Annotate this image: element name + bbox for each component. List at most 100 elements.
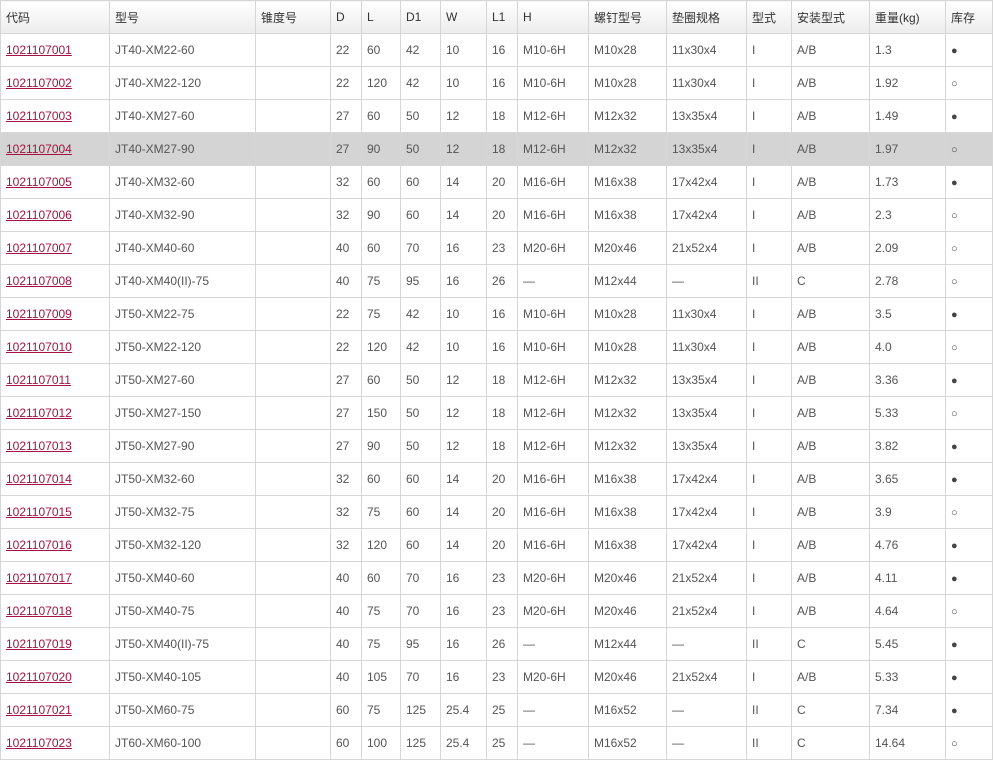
form-cell: II [746, 693, 792, 727]
table-row[interactable]: 1021107003 JT40-XM27-60 27 60 50 12 18 M12-6H M1… [0, 99, 993, 133]
model-cell: JT40-XM32-90 [109, 198, 256, 232]
stock-cell: ● [945, 99, 993, 133]
model-cell: JT50-XM22-75 [109, 297, 256, 331]
d-cell: 27 [330, 363, 362, 397]
w-cell: 25.4 [440, 726, 487, 760]
model-cell: JT50-XM40-105 [109, 660, 256, 694]
washer-cell: 11x30x4 [666, 297, 747, 331]
mount-cell: A/B [791, 33, 870, 67]
table-row[interactable]: 1021107006 JT40-XM32-90 32 90 60 14 20 M16-6H M1… [0, 198, 993, 232]
screw-cell: M20x46 [588, 561, 667, 595]
table-row[interactable]: 1021107013 JT50-XM27-90 27 90 50 12 18 M12-6H M1… [0, 429, 993, 463]
taper-cell [255, 198, 331, 232]
table-row[interactable]: 1021107023 JT60-XM60-100 60 100 125 25.4 25— M1… [0, 726, 993, 760]
product-code-link[interactable]: 1021107002 [6, 76, 72, 90]
form-cell: I [746, 396, 792, 430]
table-row[interactable]: 1021107007 JT40-XM40-60 40 60 70 16 23 M20-6H M2… [0, 231, 993, 265]
l-cell: 60 [361, 462, 401, 496]
table-row[interactable]: 1021107012 JT50-XM27-150 27 150 50 12 18 M12-6H… [0, 396, 993, 430]
product-code-link[interactable]: 1021107016 [6, 538, 72, 552]
product-code-link[interactable]: 1021107009 [6, 307, 72, 321]
product-code-link[interactable]: 1021107020 [6, 670, 72, 684]
l-cell: 60 [361, 165, 401, 199]
d-cell: 27 [330, 99, 362, 133]
product-code-link[interactable]: 1021107012 [6, 406, 72, 420]
l1-cell: 26 [486, 627, 518, 661]
table-row[interactable]: 1021107001 JT40-XM22-60 22 60 42 10 16 M10-6H M1… [0, 33, 993, 67]
screw-cell: M16x38 [588, 495, 667, 529]
product-code-link[interactable]: 1021107021 [6, 703, 72, 717]
product-code-link[interactable]: 1021107003 [6, 109, 72, 123]
d-cell: 60 [330, 693, 362, 727]
l1-cell: 18 [486, 363, 518, 397]
taper-cell [255, 165, 331, 199]
product-code-link[interactable]: 1021107019 [6, 637, 72, 651]
product-code-link[interactable]: 1021107001 [6, 43, 72, 57]
table-row[interactable]: 1021107016 JT50-XM32-120 32 120 60 14 20 M16-6H… [0, 528, 993, 562]
table-row[interactable]: 1021107009 JT50-XM22-75 22 75 42 10 16 M10-6H M1… [0, 297, 993, 331]
stock-indicator-icon: ● [951, 441, 958, 453]
table-row[interactable]: 1021107010 JT50-XM22-120 22 120 42 10 16 M10-6H… [0, 330, 993, 364]
table-row[interactable]: 1021107015 JT50-XM32-75 32 75 60 14 20 M16-6H M1… [0, 495, 993, 529]
screw-cell: M10x28 [588, 33, 667, 67]
table-header: 代码 型号 锥度号 D L D1 W L1 H 螺钉型号 垫圈规格 型式 安装型式 重量(kg) 库存 [0, 0, 993, 34]
washer-cell: 13x35x4 [666, 363, 747, 397]
product-code-link[interactable]: 1021107005 [6, 175, 72, 189]
d-cell: 27 [330, 396, 362, 430]
weight-cell: 5.45 [869, 627, 946, 661]
code-cell: 1021107002 [0, 66, 110, 100]
stock-cell: ● [945, 660, 993, 694]
product-code-link[interactable]: 1021107023 [6, 736, 72, 750]
product-code-link[interactable]: 1021107007 [6, 241, 72, 255]
table-row[interactable]: 1021107019 JT50-XM40(II)-75 40 75 95 16 26— M12… [0, 627, 993, 661]
product-code-link[interactable]: 1021107017 [6, 571, 72, 585]
header-form: 型式 [746, 0, 792, 34]
product-table: 代码 型号 锥度号 D L D1 W L1 H 螺钉型号 垫圈规格 型式 安装型式 重量(kg) 库存 10… [0, 0, 993, 760]
table-row[interactable]: 1021107020 JT50-XM40-105 40 105 70 16 23 M20-6H… [0, 660, 993, 694]
d-cell: 32 [330, 462, 362, 496]
screw-cell: M12x32 [588, 132, 667, 166]
l-cell: 100 [361, 726, 401, 760]
product-code-link[interactable]: 1021107006 [6, 208, 72, 222]
l1-cell: 18 [486, 99, 518, 133]
header-stock: 库存 [945, 0, 993, 34]
l-cell: 150 [361, 396, 401, 430]
washer-cell: — [666, 627, 747, 661]
weight-cell: 1.3 [869, 33, 946, 67]
weight-cell: 2.3 [869, 198, 946, 232]
screw-cell: M12x32 [588, 429, 667, 463]
table-row[interactable]: 1021107021 JT50-XM60-75 60 75 125 25.4 25— M16x… [0, 693, 993, 727]
product-code-link[interactable]: 1021107004 [6, 142, 72, 156]
form-cell: I [746, 660, 792, 694]
w-cell: 16 [440, 594, 487, 628]
product-code-link[interactable]: 1021107010 [6, 340, 72, 354]
table-row[interactable]: 1021107008 JT40-XM40(II)-75 40 75 95 16 26— M12… [0, 264, 993, 298]
table-row[interactable]: 1021107017 JT50-XM40-60 40 60 70 16 23 M20-6H M2… [0, 561, 993, 595]
d1-cell: 42 [400, 66, 441, 100]
product-code-link[interactable]: 1021107015 [6, 505, 72, 519]
screw-cell: M12x32 [588, 363, 667, 397]
table-row[interactable]: 1021107018 JT50-XM40-75 40 75 70 16 23 M20-6H M2… [0, 594, 993, 628]
product-code-link[interactable]: 1021107008 [6, 274, 72, 288]
product-code-link[interactable]: 1021107011 [6, 373, 71, 387]
h-cell: M20-6H [517, 231, 589, 265]
model-cell: JT40-XM22-120 [109, 66, 256, 100]
header-d: D [330, 0, 362, 34]
table-row[interactable]: 1021107004 JT40-XM27-90 27 90 50 12 18 M12-6H M1… [0, 132, 993, 166]
taper-cell [255, 231, 331, 265]
product-code-link[interactable]: 1021107018 [6, 604, 72, 618]
stock-indicator-icon: ○ [951, 606, 958, 618]
code-cell: 1021107005 [0, 165, 110, 199]
washer-cell: 21x52x4 [666, 594, 747, 628]
table-row[interactable]: 1021107005 JT40-XM32-60 32 60 60 14 20 M16-6H M1… [0, 165, 993, 199]
table-row[interactable]: 1021107014 JT50-XM32-60 32 60 60 14 20 M16-6H M1… [0, 462, 993, 496]
l1-cell: 20 [486, 528, 518, 562]
product-code-link[interactable]: 1021107013 [6, 439, 72, 453]
stock-cell: ● [945, 165, 993, 199]
product-code-link[interactable]: 1021107014 [6, 472, 72, 486]
screw-cell: M12x32 [588, 99, 667, 133]
d1-cell: 125 [400, 726, 441, 760]
header-w: W [440, 0, 487, 34]
table-row[interactable]: 1021107002 JT40-XM22-120 22 120 42 10 16 M10-6H… [0, 66, 993, 100]
table-row[interactable]: 1021107011 JT50-XM27-60 27 60 50 12 18 M12-6H M1… [0, 363, 993, 397]
